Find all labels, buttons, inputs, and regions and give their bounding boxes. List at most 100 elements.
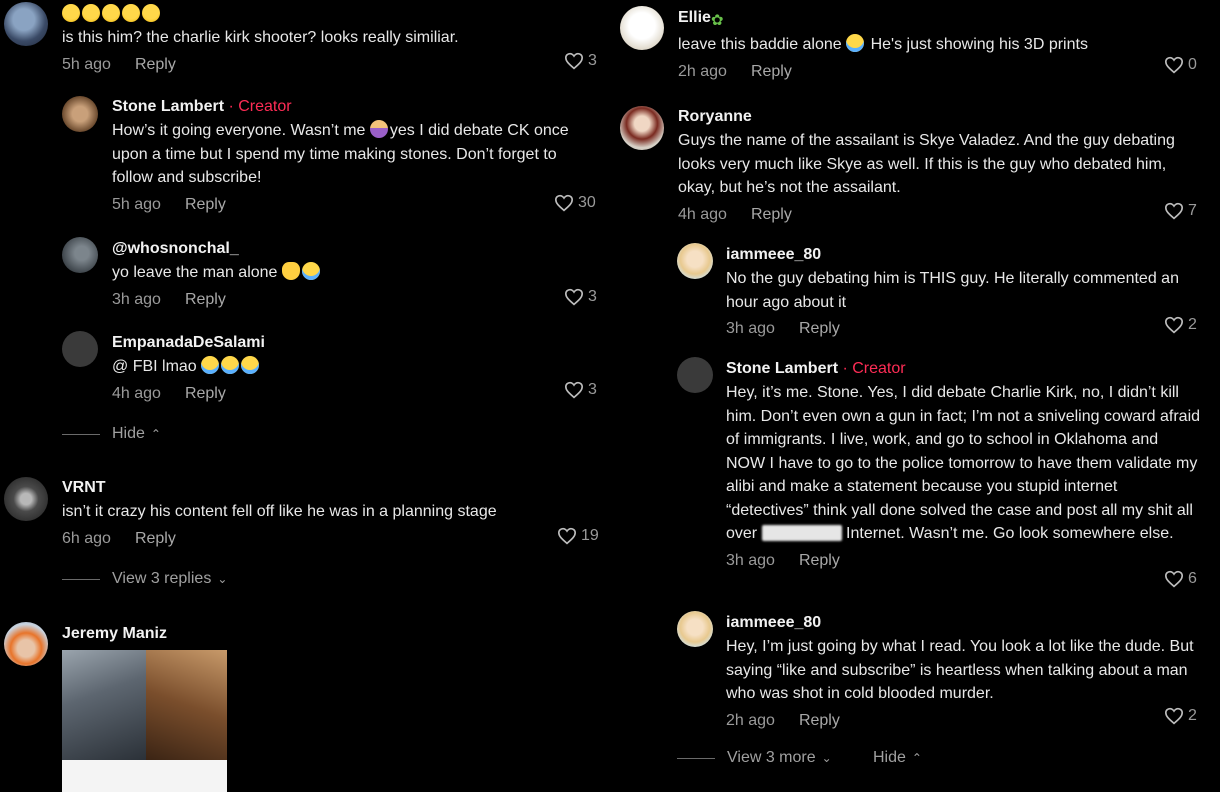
heart-icon bbox=[564, 381, 584, 399]
chevron-up-icon: ⌃ bbox=[911, 751, 922, 765]
reply-button[interactable]: Reply bbox=[799, 712, 840, 729]
reply-button[interactable]: Reply bbox=[751, 206, 792, 223]
avatar[interactable] bbox=[677, 611, 713, 647]
comment-text-part: How’s it going everyone. Wasn’t me bbox=[112, 122, 370, 139]
crying-emoji-icon bbox=[301, 262, 320, 280]
timestamp: 3h ago bbox=[112, 290, 161, 308]
reply-button[interactable]: Reply bbox=[185, 385, 226, 402]
username[interactable]: Stone Lambert bbox=[726, 360, 838, 377]
comment-text-part: He's just showing his 3D prints bbox=[866, 36, 1088, 53]
heart-icon bbox=[564, 52, 584, 70]
timestamp: 4h ago bbox=[112, 384, 161, 402]
avatar[interactable] bbox=[4, 2, 48, 46]
like-count: 0 bbox=[1188, 56, 1197, 73]
like-button[interactable]: 30 bbox=[554, 194, 596, 212]
timestamp: 6h ago bbox=[62, 529, 111, 547]
chevron-down-icon: ⌄ bbox=[217, 572, 228, 586]
heart-icon bbox=[1164, 202, 1184, 220]
reply-button[interactable]: Reply bbox=[135, 56, 176, 73]
avatar[interactable] bbox=[677, 243, 713, 279]
heart-icon bbox=[1164, 56, 1184, 74]
scream-emoji-icon bbox=[122, 4, 140, 22]
avatar[interactable] bbox=[62, 237, 98, 273]
like-button[interactable]: 2 bbox=[1164, 707, 1197, 725]
image-caption-area bbox=[62, 760, 227, 792]
like-button[interactable]: 3 bbox=[564, 288, 597, 306]
timestamp: 4h ago bbox=[678, 205, 727, 223]
username[interactable]: iammeee_80 bbox=[726, 245, 1201, 265]
like-count: 3 bbox=[588, 381, 597, 398]
username[interactable]: iammeee_80 bbox=[726, 613, 1201, 633]
heart-icon bbox=[554, 194, 574, 212]
timestamp: 3h ago bbox=[726, 320, 775, 337]
like-button[interactable]: 6 bbox=[1164, 570, 1197, 588]
chevron-down-icon: ⌄ bbox=[821, 751, 832, 765]
view-more-button[interactable]: View 3 more ⌄ bbox=[677, 749, 832, 767]
like-count: 2 bbox=[1188, 707, 1197, 724]
username[interactable]: Jeremy Maniz bbox=[62, 624, 462, 644]
username[interactable]: VRNT bbox=[62, 478, 562, 498]
image-right-panel bbox=[146, 650, 227, 760]
username[interactable]: Ellie bbox=[678, 9, 711, 26]
reply-button[interactable]: Reply bbox=[135, 530, 176, 547]
reply-button[interactable]: Reply bbox=[751, 63, 792, 80]
timestamp: 5h ago bbox=[112, 195, 161, 213]
divider bbox=[62, 578, 100, 580]
username[interactable]: EmpanadaDeSalami bbox=[112, 333, 572, 353]
avatar[interactable] bbox=[620, 106, 664, 150]
heart-icon bbox=[1164, 570, 1184, 588]
heart-icon bbox=[564, 288, 584, 306]
like-count: 3 bbox=[588, 288, 597, 305]
view-more-label: View 3 more bbox=[727, 749, 816, 766]
heart-icon bbox=[1164, 707, 1184, 725]
shrug-emoji-icon bbox=[369, 120, 388, 138]
crying-emoji-icon bbox=[201, 356, 220, 374]
comment-text: Guys the name of the assailant is Skye V… bbox=[678, 132, 1175, 196]
hide-label: Hide bbox=[873, 749, 906, 766]
hide-replies-button[interactable]: Hide ⌃ bbox=[62, 425, 161, 443]
heart-icon bbox=[1164, 316, 1184, 334]
username[interactable]: @whosnonchal_ bbox=[112, 239, 572, 259]
reply-button[interactable]: Reply bbox=[185, 291, 226, 308]
avatar[interactable] bbox=[620, 6, 664, 50]
like-count: 7 bbox=[1188, 202, 1197, 219]
divider bbox=[677, 757, 715, 759]
like-button[interactable]: 7 bbox=[1164, 202, 1197, 220]
like-count: 19 bbox=[581, 527, 599, 544]
avatar[interactable] bbox=[4, 477, 48, 521]
avatar[interactable] bbox=[4, 622, 48, 666]
avatar[interactable] bbox=[62, 331, 98, 367]
avatar[interactable] bbox=[677, 357, 713, 393]
hide-replies-button[interactable]: Hide ⌃ bbox=[873, 749, 922, 767]
comment-text-part: leave this baddie alone bbox=[678, 36, 847, 53]
comment-text: No the guy debating him is THIS guy. He … bbox=[726, 270, 1179, 311]
reply-button[interactable]: Reply bbox=[799, 552, 840, 569]
scream-emoji-icon bbox=[142, 4, 160, 22]
attached-image[interactable] bbox=[62, 650, 227, 792]
view-replies-button[interactable]: View 3 replies ⌄ bbox=[62, 570, 227, 588]
cat-emoji-icon bbox=[281, 262, 300, 280]
username[interactable]: Roryanne bbox=[678, 107, 1198, 127]
crying-emoji-icon bbox=[221, 356, 240, 374]
hide-label: Hide bbox=[112, 425, 145, 442]
reply-button[interactable]: Reply bbox=[185, 196, 226, 213]
comment-text: @ FBI lmao bbox=[112, 355, 572, 379]
comment-text-part: @ FBI lmao bbox=[112, 358, 202, 375]
avatar[interactable] bbox=[62, 96, 98, 132]
like-button[interactable]: 3 bbox=[564, 381, 597, 399]
plant-emoji-icon: ✿ bbox=[710, 12, 724, 29]
comment-text: isn’t it crazy his content fell off like… bbox=[62, 503, 497, 520]
like-button[interactable]: 19 bbox=[557, 527, 599, 545]
comment-text: leave this baddie alone He's just showin… bbox=[678, 33, 1198, 57]
scream-emoji-icon bbox=[82, 4, 100, 22]
comment-text-part: Hey, it’s me. Stone. Yes, I did debate C… bbox=[726, 384, 1201, 542]
username[interactable]: Stone Lambert bbox=[112, 98, 224, 115]
like-button[interactable]: 0 bbox=[1164, 56, 1197, 74]
emoji-row bbox=[62, 4, 562, 24]
reply-button[interactable]: Reply bbox=[799, 320, 840, 337]
like-button[interactable]: 3 bbox=[564, 52, 597, 70]
like-count: 6 bbox=[1188, 570, 1197, 587]
like-button[interactable]: 2 bbox=[1164, 316, 1197, 334]
like-count: 3 bbox=[588, 52, 597, 69]
comment-text: How’s it going everyone. Wasn’t me yes I… bbox=[112, 119, 602, 190]
